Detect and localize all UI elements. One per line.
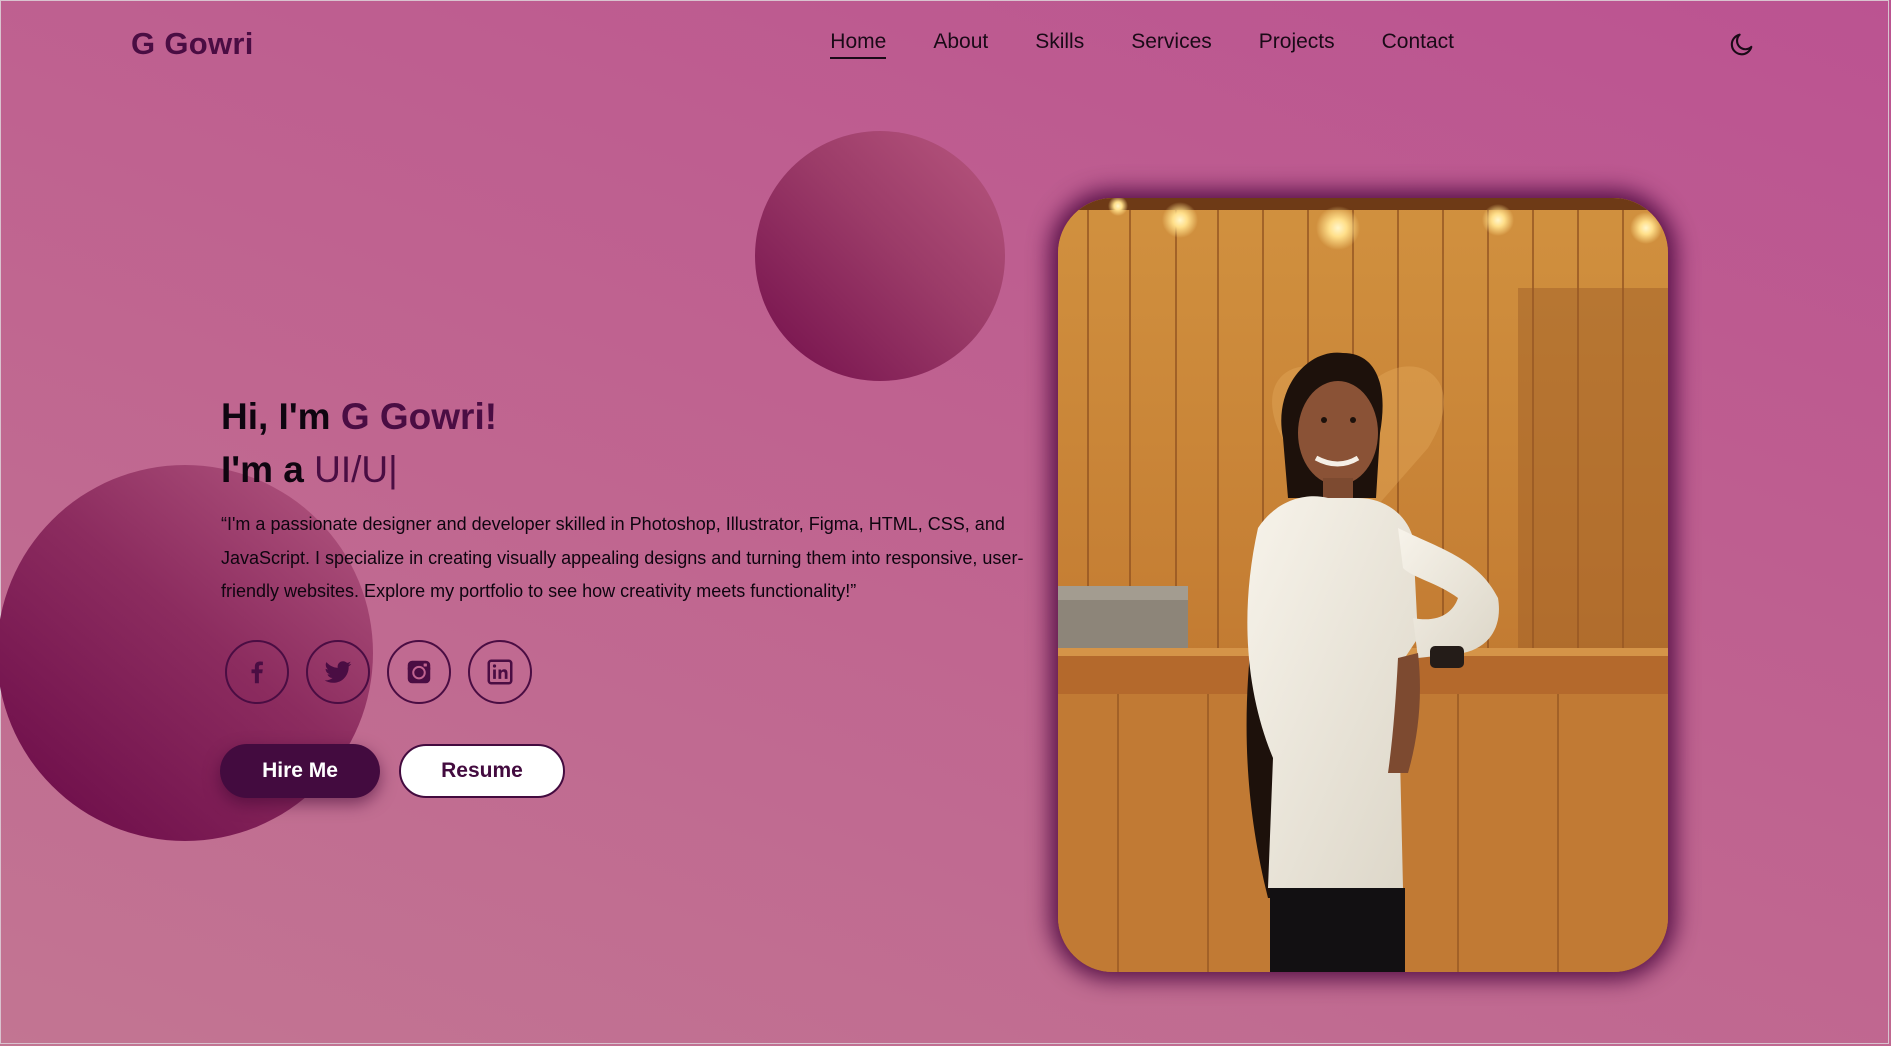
hero-greeting: Hi, I'm G Gowri! — [221, 390, 1051, 443]
nav-skills[interactable]: Skills — [1035, 30, 1084, 59]
profile-photo-illustration — [1058, 198, 1668, 972]
linkedin-link[interactable] — [468, 640, 532, 704]
facebook-link[interactable] — [225, 640, 289, 704]
hire-me-button[interactable]: Hire Me — [220, 744, 380, 798]
nav-about[interactable]: About — [933, 30, 988, 59]
decorative-circle-top — [755, 131, 1005, 381]
main-nav: Home About Skills Services Projects Cont… — [830, 30, 1454, 59]
twitter-icon — [324, 661, 352, 683]
hero-section: Hi, I'm G Gowri! I'm a UI/U| “I'm a pass… — [221, 390, 1051, 609]
moon-icon[interactable] — [1728, 30, 1756, 58]
instagram-link[interactable] — [387, 640, 451, 704]
linkedin-icon — [487, 659, 513, 685]
role-prefix: I'm a — [221, 449, 315, 490]
role-typed-text: UI/U| — [314, 449, 398, 490]
facebook-icon — [251, 661, 263, 684]
social-links — [225, 640, 532, 704]
instagram-icon — [407, 660, 431, 684]
nav-contact[interactable]: Contact — [1382, 30, 1454, 59]
nav-services[interactable]: Services — [1131, 30, 1212, 59]
twitter-link[interactable] — [306, 640, 370, 704]
site-logo[interactable]: G Gowri — [131, 26, 254, 62]
hero-role: I'm a UI/U| — [221, 443, 1051, 496]
greeting-prefix: Hi, I'm — [221, 396, 341, 437]
profile-photo — [1058, 198, 1668, 972]
nav-projects[interactable]: Projects — [1259, 30, 1335, 59]
resume-button[interactable]: Resume — [399, 744, 565, 798]
hero-bio: “I'm a passionate designer and developer… — [221, 514, 1024, 601]
greeting-name: G Gowri! — [340, 396, 498, 437]
nav-home[interactable]: Home — [830, 30, 887, 59]
